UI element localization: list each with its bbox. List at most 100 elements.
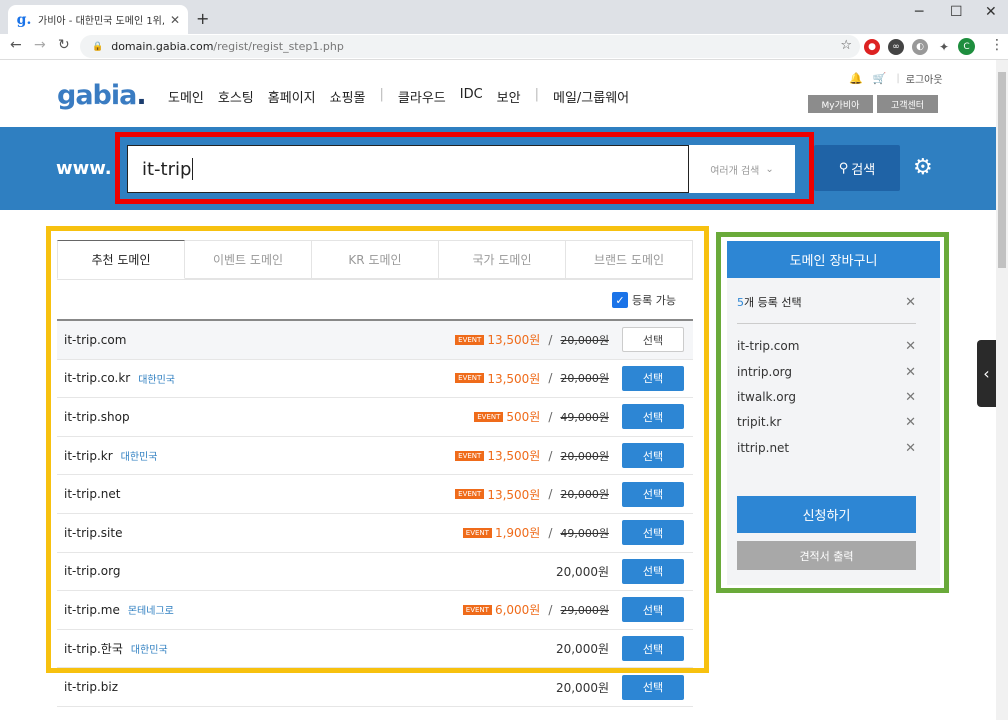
new-tab-icon[interactable]: + bbox=[196, 9, 209, 28]
event-badge: EVENT bbox=[455, 334, 485, 345]
table-row: it-trip.site EVENT 1,900원 / 49,000원 선택 bbox=[57, 514, 693, 553]
support-button[interactable]: 고객센터 bbox=[877, 95, 938, 113]
domain-name: it-trip.shop bbox=[64, 409, 130, 424]
available-filter[interactable]: ✓ 등록 가능 bbox=[612, 292, 676, 308]
search-button[interactable]: ⚲ 검색 bbox=[814, 145, 900, 191]
quote-print-button[interactable]: 견적서 출력 bbox=[737, 541, 916, 570]
select-button[interactable]: 선택 bbox=[622, 327, 684, 353]
close-window-icon[interactable]: ✕ bbox=[985, 4, 997, 20]
multi-search-dropdown[interactable]: 여러개 검색 ⌄ bbox=[689, 145, 795, 193]
nav-hosting[interactable]: 호스팅 bbox=[218, 87, 254, 106]
cart-divider bbox=[737, 323, 916, 324]
mask-extension-icon[interactable]: ∞ bbox=[888, 39, 904, 55]
domain-name: it-trip.org bbox=[64, 564, 121, 579]
original-price: 20,000원 bbox=[560, 449, 609, 463]
sale-price: 13,500원 bbox=[487, 449, 541, 464]
select-button[interactable]: 선택 bbox=[622, 558, 684, 584]
remove-item-icon[interactable]: ✕ bbox=[905, 365, 916, 380]
remove-item-icon[interactable]: ✕ bbox=[905, 390, 916, 405]
menu-dots-icon[interactable]: ⋮ bbox=[990, 37, 1004, 53]
remove-item-icon[interactable]: ✕ bbox=[905, 441, 916, 456]
forward-icon[interactable]: → bbox=[34, 37, 46, 53]
tab-brand[interactable]: 브랜드 도메인 bbox=[566, 240, 693, 279]
nav-security[interactable]: 보안 bbox=[497, 87, 521, 106]
price: 20,000원 bbox=[555, 680, 609, 695]
select-button[interactable]: 선택 bbox=[622, 481, 684, 507]
cart-item: ittrip.net bbox=[737, 441, 790, 455]
address-bar: ← → ↻ 🔒 domain.gabia.com/regist/regist_s… bbox=[0, 34, 1008, 60]
logout-link[interactable]: 로그아웃 bbox=[906, 71, 943, 86]
nav-domain[interactable]: 도메인 bbox=[168, 87, 204, 106]
nav-cloud[interactable]: 클라우드 bbox=[398, 87, 446, 106]
domain-cart: 도메인 장바구니 5개 등록 선택 ✕ it-trip.com ✕ intrip… bbox=[727, 241, 940, 585]
maximize-icon[interactable]: ☐ bbox=[950, 4, 963, 20]
region-label: 대한민국 bbox=[138, 374, 176, 386]
price-group: EVENT 500원 / 49,000원 bbox=[474, 408, 609, 425]
profile-avatar[interactable]: C bbox=[958, 38, 975, 55]
select-button[interactable]: 선택 bbox=[622, 443, 684, 469]
nav-mail[interactable]: 메일/그룹웨어 bbox=[553, 87, 629, 106]
gear-icon[interactable]: ⚙ bbox=[913, 155, 933, 180]
select-button[interactable]: 선택 bbox=[622, 404, 684, 430]
scrollbar-thumb[interactable] bbox=[998, 72, 1006, 268]
table-row: it-trip.kr 대한민국 EVENT 13,500원 / 20,000원 선택 bbox=[57, 437, 693, 476]
apply-button[interactable]: 신청하기 bbox=[737, 496, 916, 533]
util-menu: 🔔 🛒 | 로그아웃 bbox=[849, 71, 943, 86]
tab-country[interactable]: 국가 도메인 bbox=[439, 240, 566, 279]
nav-idc[interactable]: IDC bbox=[460, 87, 483, 106]
event-badge: EVENT bbox=[455, 489, 485, 500]
close-tab-icon[interactable]: ✕ bbox=[170, 13, 180, 27]
price-slash: / bbox=[548, 332, 553, 347]
domain-search-input[interactable]: it-trip bbox=[127, 145, 689, 193]
price-group: EVENT 1,900원 / 49,000원 bbox=[462, 524, 609, 541]
sale-price: 1,900원 bbox=[494, 526, 541, 541]
cart-icon[interactable]: 🛒 bbox=[873, 72, 887, 85]
sale-price: 6,000원 bbox=[494, 603, 541, 618]
nav-shoppingmall[interactable]: 쇼핑몰 bbox=[330, 87, 366, 106]
remove-item-icon[interactable]: ✕ bbox=[905, 339, 916, 354]
domain-name: it-trip.net bbox=[64, 487, 121, 502]
table-row: it-trip.한국 대한민국 20,000원 선택 bbox=[57, 630, 693, 669]
url-field[interactable]: 🔒 domain.gabia.com/regist/regist_step1.p… bbox=[80, 35, 860, 58]
clear-cart-icon[interactable]: ✕ bbox=[905, 295, 916, 310]
lock-icon: 🔒 bbox=[92, 41, 104, 52]
back-icon[interactable]: ← bbox=[10, 37, 22, 53]
search-button-label: 검색 bbox=[851, 162, 876, 178]
original-price: 20,000원 bbox=[560, 488, 609, 502]
remove-item-icon[interactable]: ✕ bbox=[905, 415, 916, 430]
minimize-icon[interactable]: ─ bbox=[915, 4, 923, 20]
price: 20,000원 bbox=[555, 564, 609, 579]
puzzle-icon[interactable]: ✦ bbox=[936, 39, 952, 55]
available-label: 등록 가능 bbox=[632, 294, 676, 307]
extension-icon[interactable]: ◐ bbox=[912, 39, 928, 55]
select-button[interactable]: 선택 bbox=[622, 674, 684, 700]
tab-recommended[interactable]: 추천 도메인 bbox=[57, 240, 185, 279]
reload-icon[interactable]: ↻ bbox=[58, 37, 70, 53]
tab-event[interactable]: 이벤트 도메인 bbox=[185, 240, 312, 279]
domain-name: it-trip.site bbox=[64, 525, 123, 540]
price-group: EVENT 13,500원 / 20,000원 bbox=[455, 370, 609, 387]
original-price: 20,000원 bbox=[560, 372, 609, 386]
domain-tabs: 추천 도메인 이벤트 도메인 KR 도메인 국가 도메인 브랜드 도메인 bbox=[57, 240, 693, 280]
event-badge: EVENT bbox=[462, 527, 492, 538]
original-price: 29,000원 bbox=[560, 603, 609, 617]
side-panel-toggle[interactable]: ‹ bbox=[977, 340, 996, 407]
my-gabia-button[interactable]: My가비아 bbox=[808, 95, 873, 113]
adblock-extension-icon[interactable]: ● bbox=[864, 39, 880, 55]
bookmark-star-icon[interactable]: ☆ bbox=[840, 38, 852, 53]
nav-divider: | bbox=[379, 87, 384, 102]
select-button[interactable]: 선택 bbox=[622, 520, 684, 546]
browser-tab[interactable]: g. 가비아 - 대한민국 도메인 1위, S ✕ bbox=[8, 5, 188, 34]
tab-kr[interactable]: KR 도메인 bbox=[312, 240, 439, 279]
gabia-logo[interactable]: gabia. bbox=[57, 80, 147, 111]
select-button[interactable]: 선택 bbox=[622, 636, 684, 662]
table-row: it-trip.org 20,000원 선택 bbox=[57, 553, 693, 592]
original-price: 20,000원 bbox=[560, 333, 609, 347]
select-button[interactable]: 선택 bbox=[622, 597, 684, 623]
nav-homepage[interactable]: 홈페이지 bbox=[268, 87, 316, 106]
original-price: 49,000원 bbox=[560, 526, 609, 540]
page-scrollbar[interactable] bbox=[996, 60, 1008, 720]
checkbox-checked-icon[interactable]: ✓ bbox=[612, 292, 628, 308]
bell-icon[interactable]: 🔔 bbox=[849, 72, 863, 85]
select-button[interactable]: 선택 bbox=[622, 365, 684, 391]
